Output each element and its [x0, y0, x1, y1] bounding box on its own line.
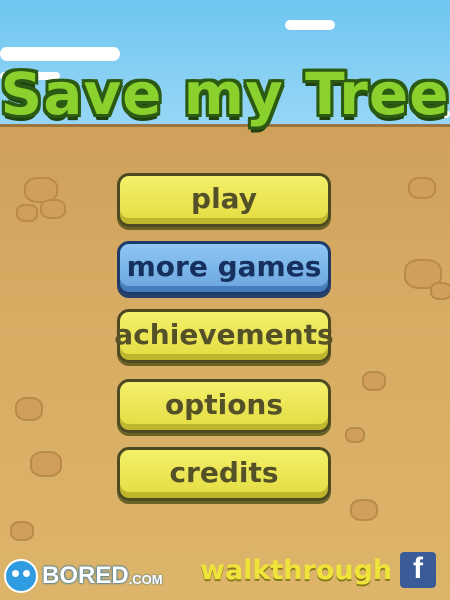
more-games-label: more games	[126, 249, 322, 283]
bored-logo[interactable]: BORED .COM	[4, 558, 163, 594]
credits-button[interactable]: credits	[117, 447, 331, 501]
pebble	[350, 499, 378, 521]
pebble	[430, 282, 450, 300]
bored-suffix: .COM	[128, 571, 163, 587]
pebble	[10, 521, 34, 541]
pebble	[16, 204, 38, 222]
options-label: options	[164, 387, 284, 421]
cloud	[285, 20, 335, 30]
cloud	[0, 47, 120, 61]
options-button[interactable]: options	[117, 379, 331, 433]
pebble	[408, 177, 436, 199]
credits-label: credits	[169, 455, 279, 489]
pebble	[30, 451, 62, 477]
pebble	[40, 199, 66, 219]
achievements-button[interactable]: achievements	[114, 309, 334, 363]
pebble	[362, 371, 386, 391]
bored-brand: BORED	[42, 562, 129, 589]
play-button[interactable]: play	[117, 173, 331, 227]
walkthrough-link[interactable]: walkthrough	[200, 555, 392, 586]
facebook-icon[interactable]: f	[400, 552, 436, 588]
game-title: Save my Tree	[0, 60, 450, 128]
bored-face-icon	[4, 559, 38, 593]
pebble	[345, 427, 365, 443]
play-label: play	[191, 181, 257, 215]
pebble	[15, 397, 43, 421]
more-games-button[interactable]: more games	[117, 241, 331, 295]
achievements-label: achievements	[114, 317, 334, 351]
